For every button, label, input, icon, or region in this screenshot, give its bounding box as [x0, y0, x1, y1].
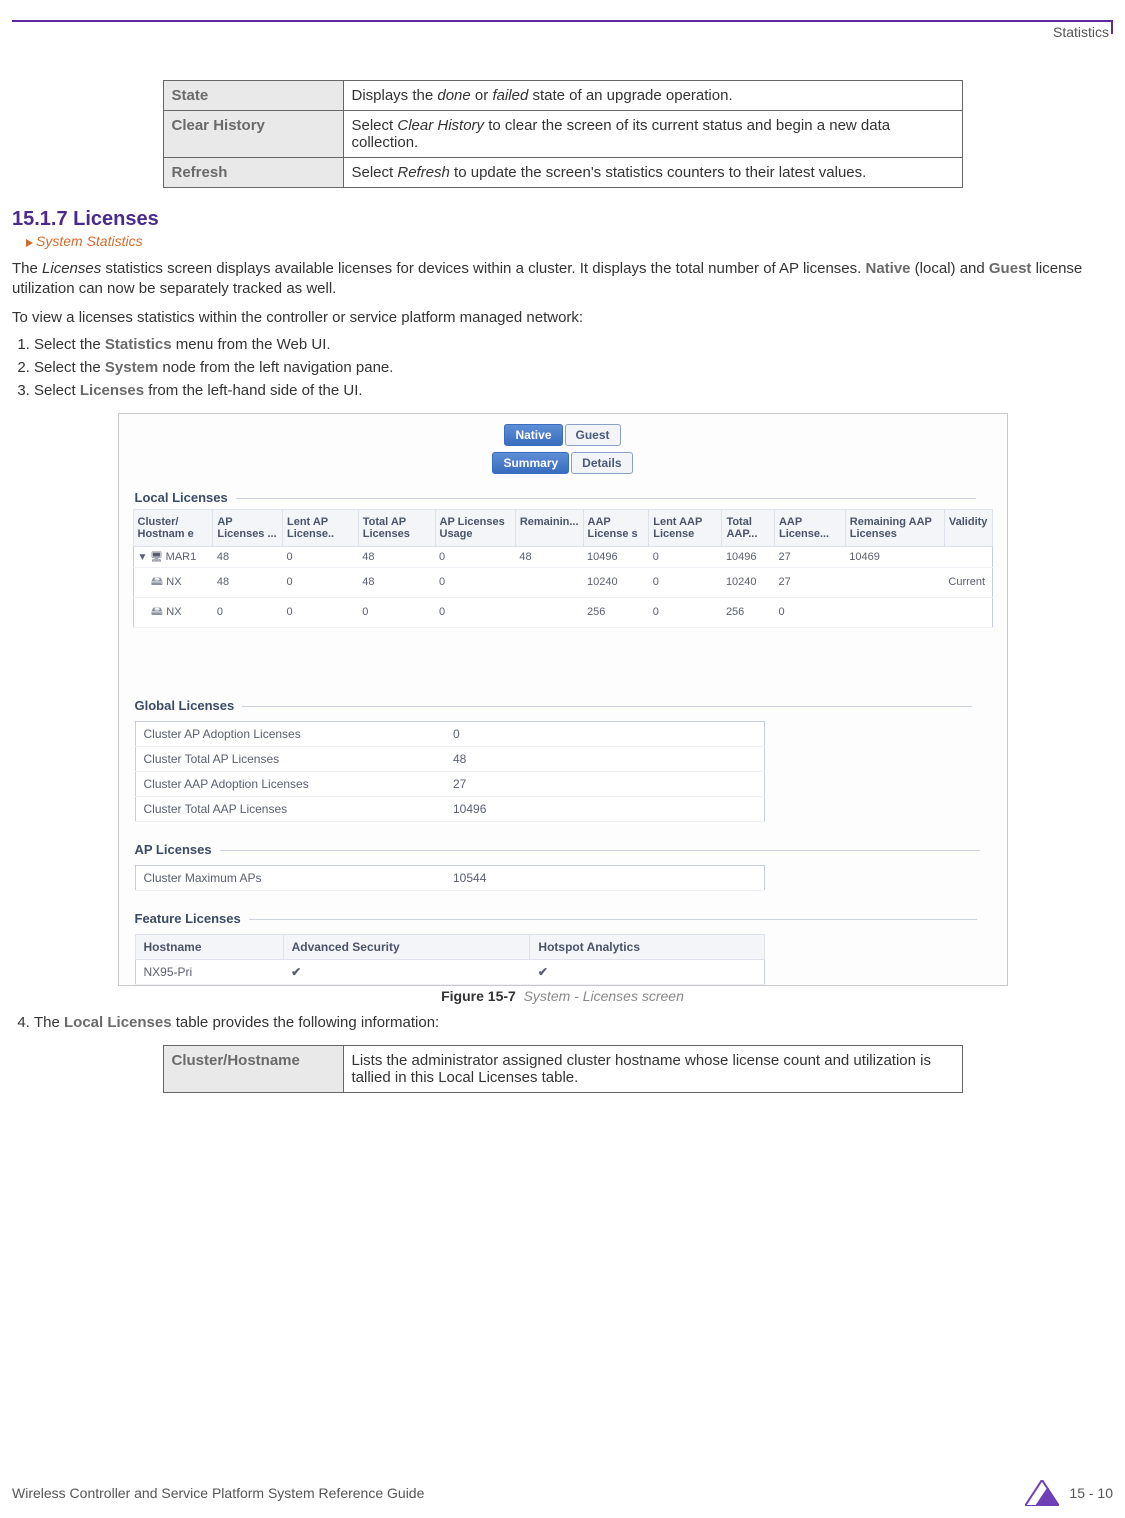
col-header[interactable]: AP Licenses Usage — [435, 509, 515, 546]
footer-guide-title: Wireless Controller and Service Platform… — [12, 1485, 424, 1501]
table-row: Cluster AP Adoption Licenses0 — [135, 721, 764, 746]
global-licenses-table: Cluster AP Adoption Licenses0Cluster Tot… — [135, 721, 765, 822]
intro-paragraph-2: To view a licenses statistics within the… — [12, 308, 1113, 328]
brand-logo-icon — [1025, 1480, 1059, 1506]
page-footer: Wireless Controller and Service Platform… — [12, 1480, 1113, 1506]
col-header[interactable]: Remainin... — [515, 509, 583, 546]
step-item: Select Licenses from the left-hand side … — [34, 382, 1113, 399]
col-header[interactable]: Total AP Licenses — [358, 509, 435, 546]
global-licenses-title: Global Licenses — [119, 688, 1007, 717]
figure-caption: Figure 15-7 System - Licenses screen — [12, 988, 1113, 1004]
table-row[interactable]: 🖴 NX000025602560 — [133, 597, 992, 627]
col-header[interactable]: Cluster/ Hostnam e — [133, 509, 213, 546]
licenses-screenshot-figure: NativeGuest SummaryDetails Local License… — [118, 413, 1008, 986]
col-header[interactable]: Hostname — [135, 934, 283, 959]
definition-table-bottom: Cluster/HostnameLists the administrator … — [163, 1045, 963, 1093]
table-row: Cluster Maximum APs10544 — [135, 865, 764, 890]
table-row: NX95-Pri✔✔ — [135, 959, 764, 984]
page-header-label: Statistics — [12, 20, 1113, 40]
table-row: Cluster Total AAP Licenses10496 — [135, 796, 764, 821]
check-icon: ✔ — [283, 959, 530, 984]
step-item: Select the System node from the left nav… — [34, 359, 1113, 376]
table-row[interactable]: ▼ 🖥 MAR148048048104960104962710469 — [133, 546, 992, 567]
desc-cell: Lists the administrator assigned cluster… — [343, 1045, 962, 1092]
local-licenses-table: Cluster/ Hostnam eAP Licenses ...Lent AP… — [133, 509, 993, 628]
tab-guest[interactable]: Guest — [565, 424, 621, 446]
tab-summary[interactable]: Summary — [492, 452, 569, 474]
col-header[interactable]: Hotspot Analytics — [530, 934, 764, 959]
table-row[interactable]: 🖴 NX4804801024001024027Current — [133, 567, 992, 597]
term-cell: State — [163, 81, 343, 111]
col-header[interactable]: Total AAP... — [722, 509, 775, 546]
definition-table-top: StateDisplays the done or failed state o… — [163, 80, 963, 188]
term-cell: Cluster/Hostname — [163, 1045, 343, 1092]
term-cell: Refresh — [163, 158, 343, 188]
feature-licenses-title: Feature Licenses — [119, 901, 1007, 930]
ap-licenses-table: Cluster Maximum APs10544 — [135, 865, 765, 891]
tab-details[interactable]: Details — [571, 452, 632, 474]
ap-licenses-title: AP Licenses — [119, 832, 1007, 861]
feature-licenses-table: HostnameAdvanced SecurityHotspot Analyti… — [135, 934, 765, 985]
col-header[interactable]: AAP License s — [583, 509, 649, 546]
col-header[interactable]: AP Licenses ... — [213, 509, 283, 546]
server-icon: 🖴 — [138, 604, 167, 618]
steps-list: Select the Statistics menu from the Web … — [12, 336, 1113, 399]
local-licenses-title: Local Licenses — [119, 480, 1007, 509]
page-number: 15 - 10 — [1069, 1485, 1113, 1501]
check-icon: ✔ — [530, 959, 764, 984]
desc-cell: Select Refresh to update the screen's st… — [343, 158, 962, 188]
col-header[interactable]: Validity — [944, 509, 992, 546]
table-row: Cluster Total AP Licenses48 — [135, 746, 764, 771]
triangle-right-icon — [26, 239, 34, 247]
col-header[interactable]: Remaining AAP Licenses — [845, 509, 944, 546]
breadcrumb[interactable]: System Statistics — [26, 233, 1113, 249]
table-row: Cluster AAP Adoption Licenses27 — [135, 771, 764, 796]
step-4: The Local Licenses table provides the fo… — [12, 1014, 1113, 1031]
intro-paragraph-1: The Licenses statistics screen displays … — [12, 259, 1113, 300]
col-header[interactable]: Advanced Security — [283, 934, 530, 959]
col-header[interactable]: Lent AAP License — [649, 509, 722, 546]
desc-cell: Select Clear History to clear the screen… — [343, 111, 962, 158]
term-cell: Clear History — [163, 111, 343, 158]
col-header[interactable]: AAP License... — [774, 509, 845, 546]
step-item: Select the Statistics menu from the Web … — [34, 336, 1113, 353]
section-heading: 15.1.7 Licenses — [12, 208, 1113, 231]
tab-native[interactable]: Native — [504, 424, 562, 446]
col-header[interactable]: Lent AP License.. — [283, 509, 359, 546]
desc-cell: Displays the done or failed state of an … — [343, 81, 962, 111]
server-icon: 🖴 — [138, 574, 167, 588]
expand-icon: ▼ 🖥 — [138, 552, 166, 563]
